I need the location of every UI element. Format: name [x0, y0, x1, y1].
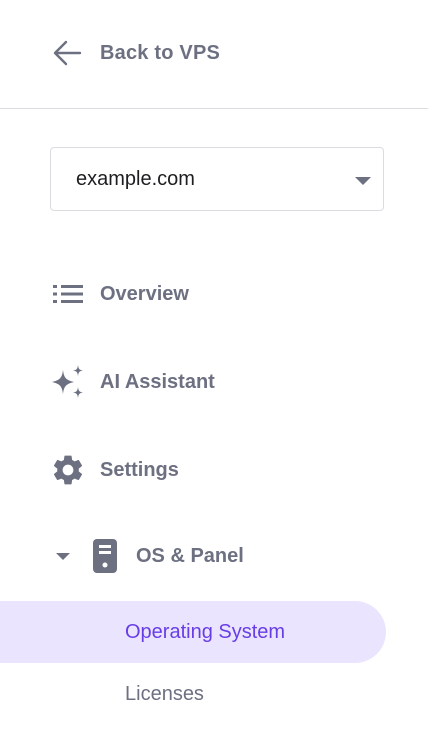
gear-icon [50, 452, 86, 488]
sub-item-licenses[interactable]: Licenses [0, 663, 386, 725]
vps-sidebar: Back to VPS example.com Overview AI Assi… [0, 0, 428, 742]
caret-down-icon [355, 177, 371, 185]
sub-item-label: Licenses [125, 682, 204, 705]
nav-item-label: AI Assistant [100, 370, 215, 393]
sparkles-icon [50, 364, 86, 400]
sub-item-label: Operating System [125, 620, 286, 643]
nav-item-label: Settings [100, 458, 179, 481]
nav-item-overview[interactable]: Overview [50, 274, 189, 314]
back-to-vps-link[interactable]: Back to VPS [52, 36, 220, 70]
arrow-left-icon [52, 39, 82, 67]
domain-select-value: example.com [76, 167, 195, 190]
nav-item-settings[interactable]: Settings [50, 450, 179, 490]
back-link-label: Back to VPS [100, 41, 221, 64]
header-divider [0, 108, 428, 109]
server-icon [92, 538, 118, 574]
caret-down-icon[interactable] [56, 552, 70, 560]
domain-select[interactable]: example.com [50, 147, 384, 211]
nav-item-label: Overview [100, 282, 189, 305]
nav-item-ai-assistant[interactable]: AI Assistant [50, 362, 215, 402]
sub-item-operating-system[interactable]: Operating System [0, 601, 386, 663]
nav-item-label: OS & Panel [136, 544, 244, 567]
list-icon [50, 276, 86, 312]
nav-item-os-panel[interactable]: OS & Panel [56, 536, 244, 576]
